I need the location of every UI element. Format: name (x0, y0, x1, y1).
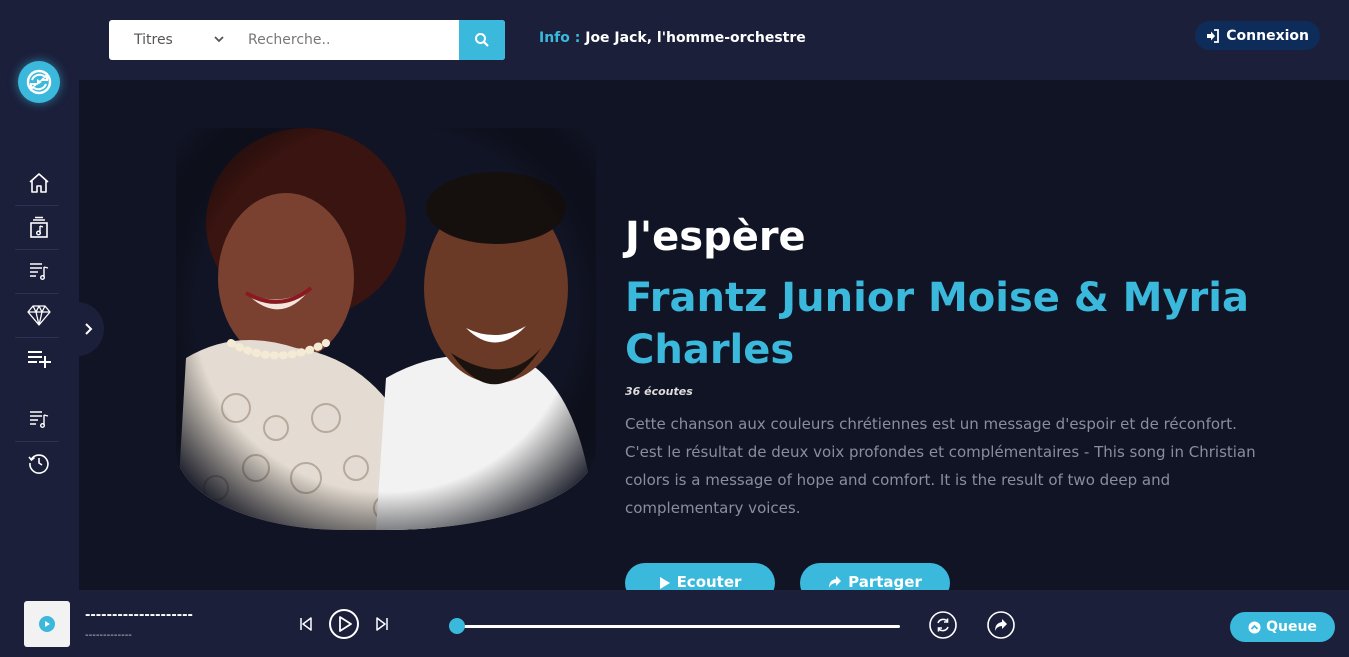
sidebar-expand-button[interactable] (72, 302, 104, 356)
play-circle-icon (329, 609, 359, 639)
divider (15, 205, 59, 206)
song-description: Cette chanson aux couleurs chrétiennes e… (625, 415, 1256, 517)
song-cover-image (176, 128, 596, 530)
skip-previous-icon (300, 617, 312, 631)
topbar: Titres Info : Joe Jack, l'homme-orchestr… (79, 0, 1349, 80)
progress-handle[interactable] (449, 618, 465, 634)
login-button[interactable]: Connexion (1195, 21, 1320, 50)
sidebar-item-add-playlist[interactable] (15, 338, 63, 378)
sidebar-item-albums[interactable] (15, 208, 63, 248)
track-artist: ------------- (85, 630, 132, 641)
diamond-icon (27, 305, 51, 326)
search-type-select[interactable]: Titres (109, 20, 237, 60)
artist-name[interactable]: Frantz Junior Moise & Myria Charles (625, 272, 1285, 376)
sidebar-item-premium[interactable] (15, 295, 63, 335)
album-icon (30, 216, 48, 238)
play-pause-button[interactable] (328, 608, 360, 640)
logo-icon (39, 616, 55, 632)
sidebar-item-playlists[interactable] (15, 251, 63, 291)
next-button[interactable] (374, 615, 390, 633)
logo-icon (26, 69, 52, 95)
skip-next-icon (376, 617, 388, 631)
queue-button[interactable]: Queue (1230, 612, 1335, 642)
search-bar: Titres (109, 20, 505, 60)
repeat-button[interactable] (928, 610, 958, 640)
chevron-down-icon (214, 36, 224, 43)
search-icon (475, 33, 489, 47)
sidebar-item-home[interactable] (15, 163, 63, 203)
home-icon (29, 173, 49, 193)
history-icon (28, 454, 49, 474)
previous-button[interactable] (298, 615, 314, 633)
track-title: -------------------- (85, 608, 193, 623)
search-button[interactable] (459, 20, 505, 60)
playlist-icon (30, 263, 49, 281)
track-thumbnail[interactable] (24, 601, 70, 647)
share-label: Partager (848, 573, 922, 591)
progress-bar[interactable] (449, 618, 900, 634)
play-icon (659, 577, 670, 589)
info-ticker: Info : Joe Jack, l'homme-orchestre (539, 30, 806, 46)
app-logo[interactable] (18, 61, 60, 103)
repeat-icon (929, 611, 957, 639)
sign-in-icon (1207, 28, 1220, 43)
search-input[interactable] (237, 20, 459, 60)
divider (15, 293, 59, 294)
login-label: Connexion (1226, 27, 1309, 44)
share-icon (829, 576, 842, 588)
search-type-label: Titres (134, 32, 173, 48)
song-title: J'espère (625, 214, 806, 260)
chevron-up-circle-icon (1248, 621, 1261, 633)
artists-photo (176, 128, 596, 530)
share-icon (987, 611, 1015, 639)
sidebar (0, 0, 79, 657)
info-text: Joe Jack, l'homme-orchestre (585, 30, 806, 46)
share-track-button[interactable] (986, 610, 1016, 640)
sidebar-item-history[interactable] (15, 443, 63, 483)
sidebar-item-my-playlists[interactable] (15, 399, 63, 439)
chevron-right-icon (85, 323, 93, 335)
playlist-icon (30, 411, 49, 429)
divider (15, 441, 59, 442)
listen-count: 36 écoutes (625, 385, 693, 398)
playlist-add-icon (28, 351, 51, 368)
info-label: Info : (539, 30, 581, 46)
queue-label: Queue (1266, 619, 1317, 635)
player-bar: -------------------- ------------- Queue (0, 590, 1349, 657)
divider (15, 249, 59, 250)
listen-label: Ecouter (676, 573, 742, 591)
